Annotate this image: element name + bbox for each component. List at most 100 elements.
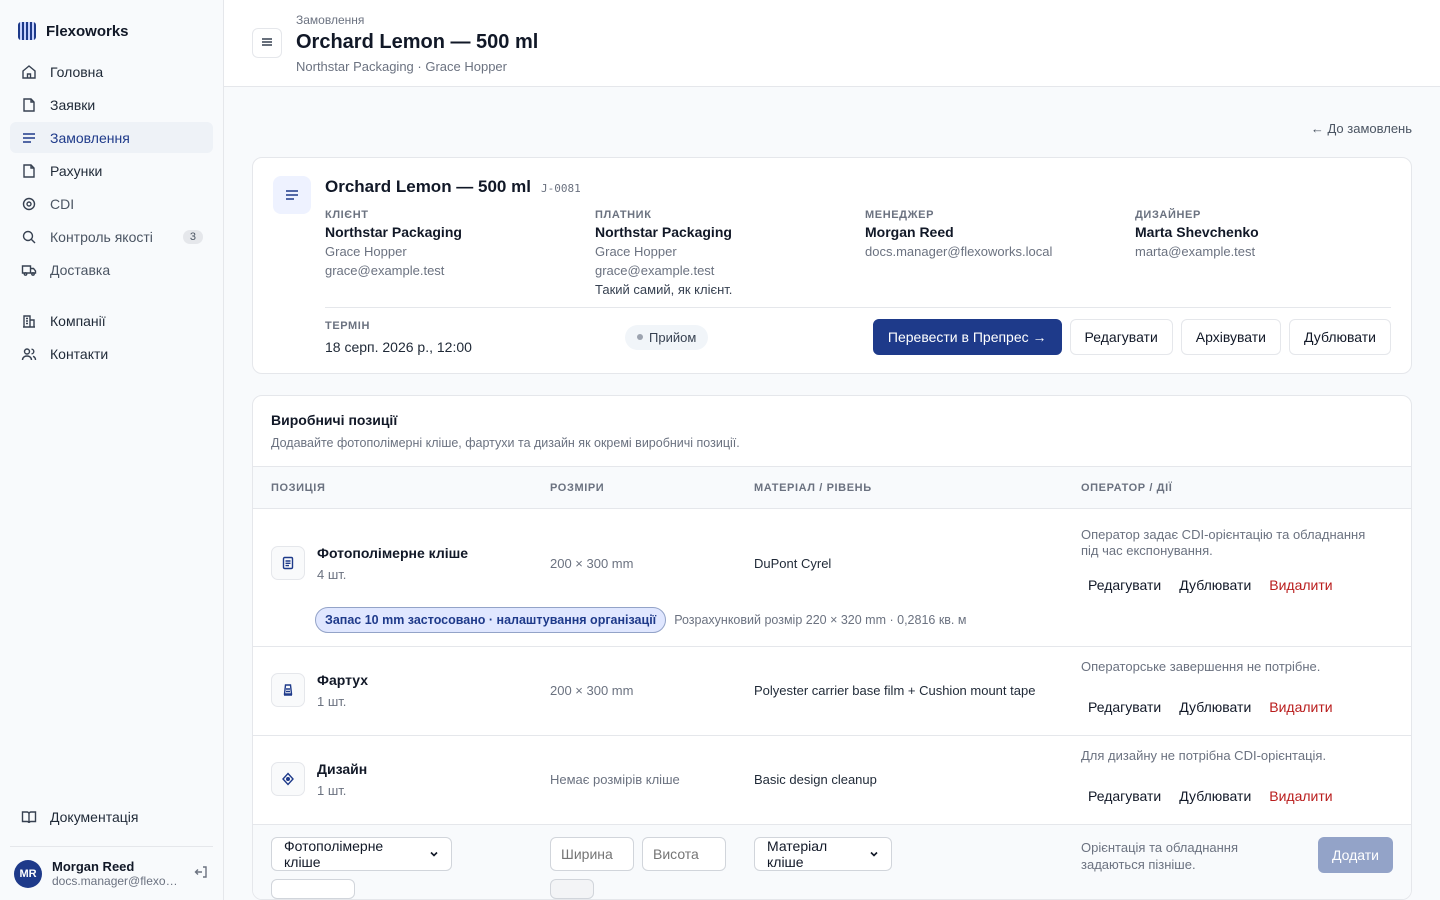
duplicate-order-button[interactable]: Дублювати: [1289, 319, 1391, 355]
edit-row-button[interactable]: Редагувати: [1081, 782, 1168, 810]
move-to-prepress-button[interactable]: Перевести в Препрес →: [872, 319, 1062, 355]
brand-logo-icon: [18, 22, 36, 40]
edit-order-button[interactable]: Редагувати: [1069, 319, 1173, 355]
client-name[interactable]: Northstar Packaging: [325, 224, 595, 240]
margin-applied-badge: Запас 10 mm застосовано · налаштування о…: [315, 607, 667, 633]
width-input[interactable]: [550, 837, 634, 871]
deadline-label: ТЕРМІН: [325, 319, 371, 332]
sidebar-item-label: Контакти: [50, 345, 109, 362]
manager-email: docs.manager@flexoworks.local: [865, 244, 1053, 259]
client-email: grace@example.test: [325, 263, 445, 278]
sidebar-item-requests[interactable]: Заявки: [10, 89, 213, 120]
position-name: Фартух: [317, 671, 369, 688]
page-header: Замовлення Orchard Lemon — 500 ml Norths…: [224, 0, 1440, 87]
payer-contact: Grace Hopper: [595, 244, 677, 259]
sidebar-item-label: Замовлення: [50, 129, 130, 146]
material-select[interactable]: Матеріал кліше: [754, 837, 892, 871]
apron-icon: [271, 673, 305, 707]
brand[interactable]: Flexoworks: [10, 18, 213, 50]
calculated-size: Розрахунковий розмір 220 × 320 mm · 0,28…: [674, 613, 967, 627]
add-position-form: Фотополімерне кліше Ширина Висота Матері…: [253, 825, 1411, 899]
brand-name: Flexoworks: [46, 22, 129, 40]
order-parties: КЛІЄНТ Northstar Packaging Grace Hopper …: [325, 209, 1391, 297]
status-label: Прийом: [649, 329, 697, 345]
add-form-note: Орієнтація та обладнання задаються пізні…: [1081, 840, 1239, 872]
duplicate-row-button[interactable]: Дублювати: [1172, 782, 1258, 810]
user-profile[interactable]: MR Morgan Reed docs.manager@flexoworks.l…: [10, 859, 213, 888]
back-to-orders-link[interactable]: ← До замовлень: [1311, 121, 1412, 157]
operator-note: Для дизайну не потрібна CDI-орієнтація.: [1081, 748, 1327, 763]
quality-count-badge: 3: [182, 229, 203, 244]
order-title: Orchard Lemon — 500 ml: [325, 177, 531, 196]
client-block: КЛІЄНТ Northstar Packaging Grace Hopper …: [325, 209, 595, 297]
table-row: Фотополімерне кліше 4 шт. 200 × 300 mm D…: [253, 509, 1411, 647]
duplicate-row-button[interactable]: Дублювати: [1172, 693, 1258, 721]
logout-icon[interactable]: [193, 864, 209, 883]
sidebar-item-orders[interactable]: Замовлення: [10, 122, 213, 153]
inbox-icon: [20, 96, 38, 114]
order-summary-card: Orchard Lemon — 500 ml J-0081 КЛІЄНТ Nor…: [252, 157, 1412, 374]
sidebar-item-label: Заявки: [50, 96, 96, 113]
position-type-select[interactable]: Фотополімерне кліше: [271, 837, 452, 871]
sidebar-item-docs[interactable]: Документація: [10, 801, 213, 832]
book-icon: [20, 808, 38, 826]
truck-icon: [20, 261, 38, 279]
sidebar-item-cdi[interactable]: CDI: [10, 188, 213, 219]
user-email: docs.manager@flexoworks.local: [52, 874, 180, 888]
operator-note: Операторське завершення не потрібне.: [1081, 659, 1321, 674]
edit-row-button[interactable]: Редагувати: [1081, 571, 1168, 599]
payer-name[interactable]: Northstar Packaging: [595, 224, 865, 240]
order-actions: Перевести в Препрес → Редагувати Архівув…: [872, 319, 1391, 355]
sidebar-item-companies[interactable]: Компанії: [10, 305, 213, 336]
edit-row-button[interactable]: Редагувати: [1081, 693, 1168, 721]
position-qty: 1 шт.: [317, 782, 347, 798]
sidebar-item-label: CDI: [50, 195, 75, 212]
designer-block: ДИЗАЙНЕР Marta Shevchenko marta@example.…: [1135, 209, 1391, 297]
height-input[interactable]: [642, 837, 726, 871]
target-icon: [20, 195, 38, 213]
order-list-icon: [273, 176, 311, 214]
users-icon: [20, 345, 38, 363]
operator-note: Оператор задає CDI-орієнтацію та обладна…: [1081, 527, 1366, 558]
add-position-button[interactable]: Додати: [1318, 837, 1393, 873]
quantity-input[interactable]: [271, 879, 355, 899]
production-title: Виробничі позиції: [271, 412, 398, 428]
payer-email: grace@example.test: [595, 263, 715, 278]
manager-label: МЕНЕДЖЕР: [865, 209, 935, 221]
sidebar-item-contacts[interactable]: Контакти: [10, 338, 213, 369]
duplicate-row-button[interactable]: Дублювати: [1172, 571, 1258, 599]
position-qty: 4 шт.: [317, 566, 347, 582]
sidebar-item-label: Доставка: [50, 261, 111, 278]
column-header-operator: ОПЕРАТОР / ДІЇ: [1081, 481, 1173, 494]
document-icon: [20, 162, 38, 180]
building-icon: [20, 312, 38, 330]
delete-row-button[interactable]: Видалити: [1262, 782, 1339, 810]
material-value: Матеріал кліше: [767, 838, 828, 870]
sidebar-item-label: Контроль якості: [50, 228, 153, 245]
sidebar-item-delivery[interactable]: Доставка: [10, 254, 213, 285]
user-name: Morgan Reed: [52, 859, 135, 874]
delete-row-button[interactable]: Видалити: [1262, 693, 1339, 721]
position-name: Фотополімерне кліше: [317, 544, 469, 561]
delete-row-button[interactable]: Видалити: [1262, 571, 1339, 599]
position-name: Дизайн: [317, 760, 368, 777]
position-size: 200 × 300 mm: [550, 682, 634, 698]
breadcrumb[interactable]: Замовлення: [296, 13, 538, 27]
plate-document-icon: [271, 546, 305, 580]
archive-order-button[interactable]: Архівувати: [1180, 319, 1281, 355]
order-divider: [325, 307, 1391, 308]
sidebar-item-invoices[interactable]: Рахунки: [10, 155, 213, 186]
menu-toggle-button[interactable]: [252, 28, 282, 58]
sidebar-item-quality[interactable]: Контроль якості 3: [10, 221, 213, 252]
design-pen-icon: [271, 762, 305, 796]
position-material: Polyester carrier base film + Cushion mo…: [754, 682, 1036, 698]
column-header-material: МАТЕРІАЛ / РІВЕНЬ: [754, 481, 872, 494]
position-qty: 1 шт.: [317, 693, 347, 709]
designer-label: ДИЗАЙНЕР: [1135, 209, 1201, 221]
chevron-down-icon: [869, 846, 879, 862]
manager-block: МЕНЕДЖЕР Morgan Reed docs.manager@flexow…: [865, 209, 1135, 297]
units-toggle[interactable]: [550, 879, 594, 899]
position-type-value: Фотополімерне кліше: [284, 838, 384, 870]
search-icon: [20, 228, 38, 246]
sidebar-item-home[interactable]: Головна: [10, 56, 213, 87]
